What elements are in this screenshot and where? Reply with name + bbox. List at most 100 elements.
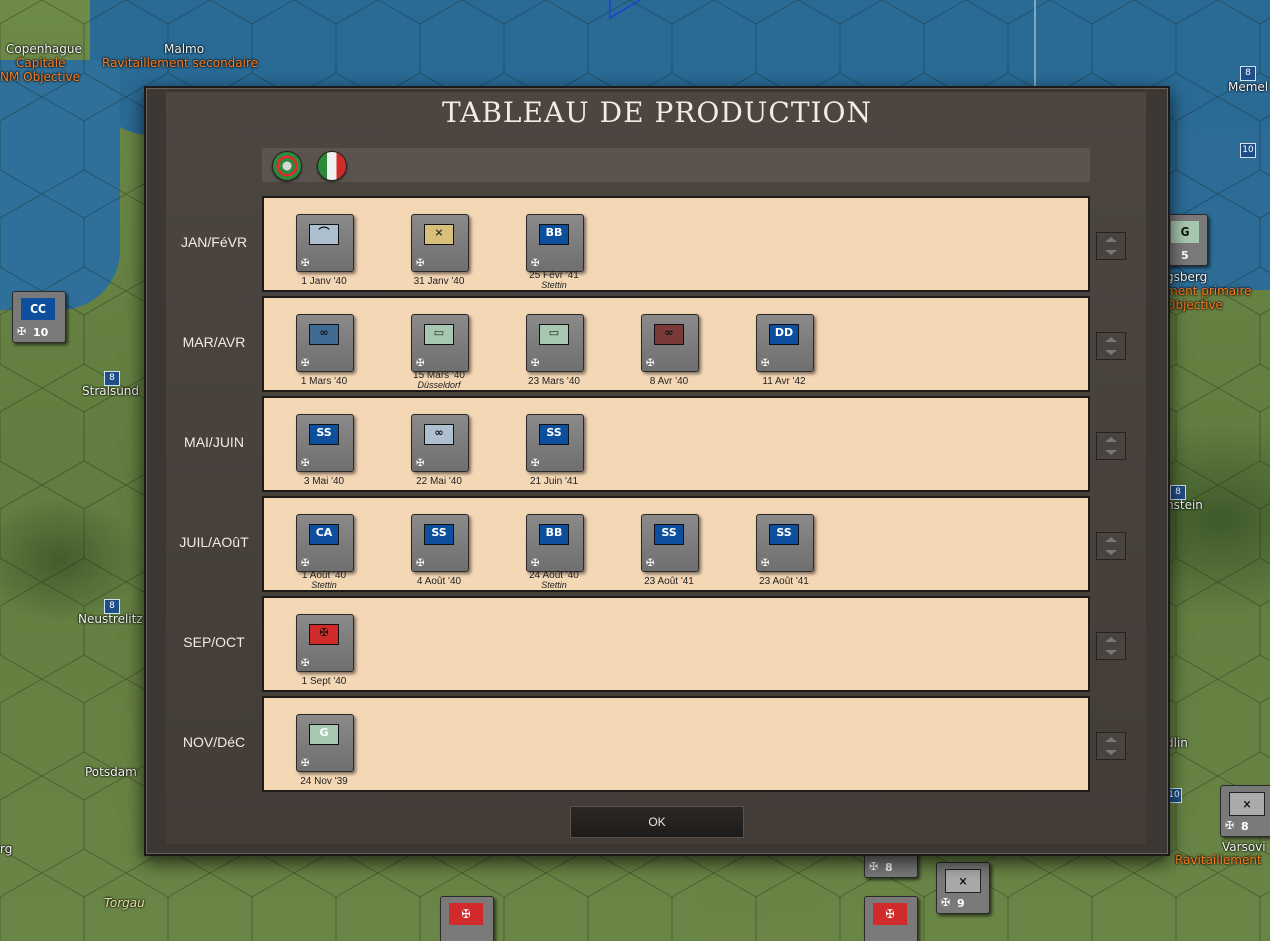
iron-cross-icon: ✠ xyxy=(301,558,310,569)
production-dialog: TABLEAU DE PRODUCTION OK JAN/FéVR ⌒ ✠ 1 Jan… xyxy=(144,86,1170,856)
map-unit-flag-germany[interactable]: ✠ xyxy=(864,896,918,941)
iron-cross-icon: ✠ xyxy=(531,558,540,569)
iron-cross-icon: ✠ xyxy=(416,258,425,269)
iron-cross-icon: ✠ xyxy=(761,558,770,569)
iron-cross-icon: ✠ xyxy=(531,358,540,369)
italy-icon[interactable] xyxy=(317,151,347,181)
city-copenhague-objective: NM Objective xyxy=(0,70,81,84)
unit-counter-flag-germany[interactable]: ✠ ✠ xyxy=(296,614,354,672)
unit-arrival-date: 23 Août '41 xyxy=(644,576,694,587)
naval-icon: SS xyxy=(539,424,569,445)
row-scroll-button[interactable] xyxy=(1096,632,1126,660)
city-memel[interactable]: Memel xyxy=(1228,80,1268,94)
nation-selector-bar xyxy=(262,148,1090,182)
iron-cross-icon: ✠ xyxy=(301,258,310,269)
row-scroll-button[interactable] xyxy=(1096,532,1126,560)
unit-arrival-date: 3 Mai '40 xyxy=(303,476,345,487)
map-unit-counter[interactable]: CC ✠ 10 xyxy=(12,291,66,343)
city-copenhague[interactable]: Copenhague xyxy=(6,42,82,56)
iron-cross-icon: ✠ xyxy=(1225,819,1235,832)
iron-cross-icon: ✠ xyxy=(301,758,310,769)
iron-cross-icon: ✠ xyxy=(646,558,655,569)
unit-build-location: Stettin xyxy=(541,280,567,290)
production-row: ∞ ✠ 1 Mars '40 ▭ ✠ 15 Mars '40 Düsseldorf ▭ ✠ 23 … xyxy=(262,296,1090,392)
unit-arrival-date: 11 Avr '42 xyxy=(762,376,806,387)
iron-cross-icon: ✠ xyxy=(869,860,879,873)
unit-counter-garrison[interactable]: G ✠ xyxy=(296,714,354,772)
city-malmo[interactable]: Malmo xyxy=(164,42,204,56)
unit-type-label: G xyxy=(1171,221,1199,243)
naval-icon: SS xyxy=(424,524,454,545)
victory-points-badge: 8 xyxy=(104,371,120,386)
city-potsdam[interactable]: Potsdam xyxy=(85,765,137,779)
unit-counter-naval[interactable]: CA ✠ xyxy=(296,514,354,572)
city-allenstein[interactable]: nstein xyxy=(1166,498,1203,512)
naval-icon: DD xyxy=(769,324,799,345)
unit-counter-air-fighter[interactable]: ⌒ ✠ xyxy=(296,214,354,272)
unit-build-location: Stettin xyxy=(311,580,337,590)
row-scroll-button[interactable] xyxy=(1096,232,1126,260)
victory-points-badge: 8 xyxy=(104,599,120,614)
unit-strength: 8 xyxy=(1241,820,1249,833)
unit-arrival-date: 21 Juin '41 xyxy=(529,476,579,487)
dialog-title: TABLEAU DE PRODUCTION xyxy=(441,96,873,129)
production-row: CA ✠ 1 Août '40 Stettin SS ✠ 4 Août '40 BB ✠ 24 A… xyxy=(262,496,1090,592)
armor-hq-icon: ⨯ xyxy=(424,224,454,245)
unit-build-location: Stettin xyxy=(541,580,567,590)
row-label: MAR/AVR xyxy=(182,334,246,350)
unit-counter-air-bomber[interactable]: ∞ ✠ xyxy=(296,314,354,372)
map-unit-flag-germany[interactable]: ✠ xyxy=(440,896,494,941)
unit-counter-armor[interactable]: ▭ ✠ xyxy=(411,314,469,372)
city-neustrelitz[interactable]: Neustrelitz xyxy=(78,612,143,626)
unit-arrival-date: 1 Mars '40 xyxy=(300,376,348,387)
unit-counter-air-bomber[interactable]: ∞ ✠ xyxy=(641,314,699,372)
iron-cross-icon: ✠ xyxy=(416,558,425,569)
production-row: G ✠ 24 Nov '39 xyxy=(262,696,1090,792)
arrow-up-icon xyxy=(1105,437,1117,442)
unit-counter-naval[interactable]: BB ✠ xyxy=(526,214,584,272)
unit-strength: 8 xyxy=(885,861,893,874)
unit-counter-naval[interactable]: SS ✠ xyxy=(526,414,584,472)
production-row: SS ✠ 3 Mai '40 ∞ ✠ 22 Mai '40 SS ✠ 21 Juin '41 xyxy=(262,396,1090,492)
city-varsovie-supply: Ravitaillement xyxy=(1175,853,1262,867)
unit-counter-armor-hq[interactable]: ⨯ ✠ xyxy=(411,214,469,272)
city-partial-west[interactable]: rg xyxy=(0,842,12,856)
unit-counter-naval[interactable]: DD ✠ xyxy=(756,314,814,372)
arrow-down-icon xyxy=(1105,450,1117,455)
unit-arrival-date: 24 Nov '39 xyxy=(300,776,348,787)
unit-counter-naval[interactable]: SS ✠ xyxy=(756,514,814,572)
naval-icon: BB xyxy=(539,224,569,245)
map-unit-counter[interactable]: ⨯ ✠ 9 xyxy=(936,862,990,914)
unit-counter-naval[interactable]: SS ✠ xyxy=(411,514,469,572)
iron-cross-icon: ✠ xyxy=(531,458,540,469)
city-konigsberg-objective: Objective xyxy=(1166,298,1223,312)
city-stralsund[interactable]: Stralsund xyxy=(82,384,139,398)
row-scroll-button[interactable] xyxy=(1096,732,1126,760)
arrow-down-icon xyxy=(1105,250,1117,255)
city-torgau[interactable]: Torgau xyxy=(104,896,145,910)
unit-counter-naval[interactable]: SS ✠ xyxy=(641,514,699,572)
unit-arrival-date: 8 Avr '40 xyxy=(649,376,689,387)
ok-button[interactable]: OK xyxy=(570,806,744,838)
unit-counter-air-bomber[interactable]: ∞ ✠ xyxy=(411,414,469,472)
iron-cross-icon: ✠ xyxy=(416,358,425,369)
row-label: SEP/OCT xyxy=(183,634,245,650)
row-scroll-button[interactable] xyxy=(1096,332,1126,360)
unit-counter-armor[interactable]: ▭ ✠ xyxy=(526,314,584,372)
air-fighter-icon: ⌒ xyxy=(309,224,339,245)
iron-cross-icon: ✠ xyxy=(761,358,770,369)
unit-arrival-date: 22 Mai '40 xyxy=(416,476,462,487)
arrow-up-icon xyxy=(1105,737,1117,742)
city-konigsberg[interactable]: gsberg xyxy=(1166,270,1207,284)
unit-arrival-date: 1 Sept '40 xyxy=(301,676,347,687)
map-unit-counter[interactable]: ⨯ ✠ 8 xyxy=(1220,785,1270,837)
unit-counter-naval[interactable]: SS ✠ xyxy=(296,414,354,472)
map-unit-counter[interactable]: G 5 xyxy=(1166,214,1208,266)
row-scroll-button[interactable] xyxy=(1096,432,1126,460)
axis-major-icon[interactable] xyxy=(272,151,302,181)
naval-icon: SS xyxy=(309,424,339,445)
arrow-down-icon xyxy=(1105,650,1117,655)
unit-build-location: Düsseldorf xyxy=(417,380,461,390)
unit-counter-naval[interactable]: BB ✠ xyxy=(526,514,584,572)
city-varsovie[interactable]: Varsovi xyxy=(1222,840,1266,854)
